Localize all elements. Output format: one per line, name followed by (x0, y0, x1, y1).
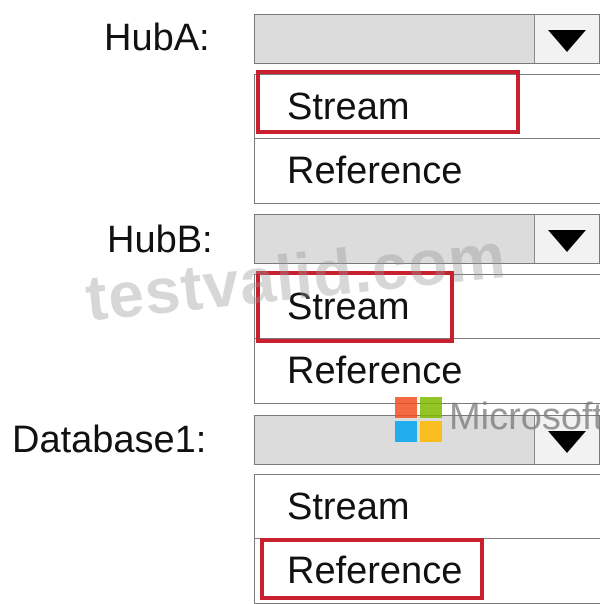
database1-option-reference[interactable]: Reference (255, 539, 600, 603)
hubb-option-reference[interactable]: Reference (255, 339, 600, 403)
huba-dropdown-button[interactable] (534, 15, 599, 63)
database1-label: Database1: (12, 419, 207, 461)
huba-dropdown[interactable] (254, 14, 600, 64)
huba-options-list: Stream Reference (254, 74, 600, 204)
hubb-dropdown[interactable] (254, 214, 600, 264)
hubb-dropdown-button[interactable] (534, 215, 599, 263)
hubb-options-list: Stream Reference (254, 274, 600, 404)
database1-options-list: Stream Reference (254, 474, 600, 604)
database1-dropdown-button[interactable] (534, 416, 599, 464)
database1-option-stream[interactable]: Stream (255, 475, 600, 539)
database1-dropdown[interactable] (254, 415, 600, 465)
chevron-down-icon (548, 30, 586, 52)
chevron-down-icon (548, 431, 586, 453)
hubb-option-stream[interactable]: Stream (255, 275, 600, 339)
huba-label: HubA: (104, 17, 210, 59)
huba-option-stream[interactable]: Stream (255, 75, 600, 139)
chevron-down-icon (548, 230, 586, 252)
hubb-label: HubB: (107, 219, 213, 261)
huba-option-reference[interactable]: Reference (255, 139, 600, 203)
